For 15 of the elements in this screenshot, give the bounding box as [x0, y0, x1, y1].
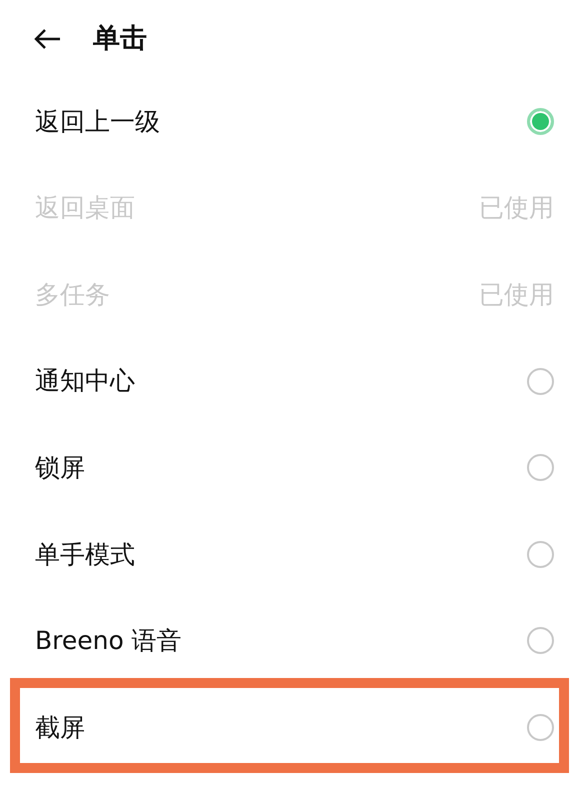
option-label[interactable]: 锁屏	[35, 448, 85, 486]
option-label[interactable]: Breeno 语音	[35, 622, 182, 660]
radio-button[interactable]	[527, 540, 554, 568]
option-label[interactable]: 通知中心	[35, 362, 135, 400]
radio-button[interactable]	[527, 627, 554, 654]
option-label[interactable]: 截屏	[35, 708, 85, 746]
radio-button[interactable]	[527, 368, 554, 395]
option-label[interactable]: 单手模式	[35, 536, 135, 574]
radio-button[interactable]	[527, 108, 554, 135]
page-title: 单击	[93, 22, 147, 56]
back-button[interactable]	[33, 27, 61, 51]
radio-button[interactable]	[527, 454, 554, 482]
option-label[interactable]: 返回上一级	[35, 102, 160, 140]
radio-button[interactable]	[527, 714, 554, 741]
back-icon	[33, 28, 61, 50]
